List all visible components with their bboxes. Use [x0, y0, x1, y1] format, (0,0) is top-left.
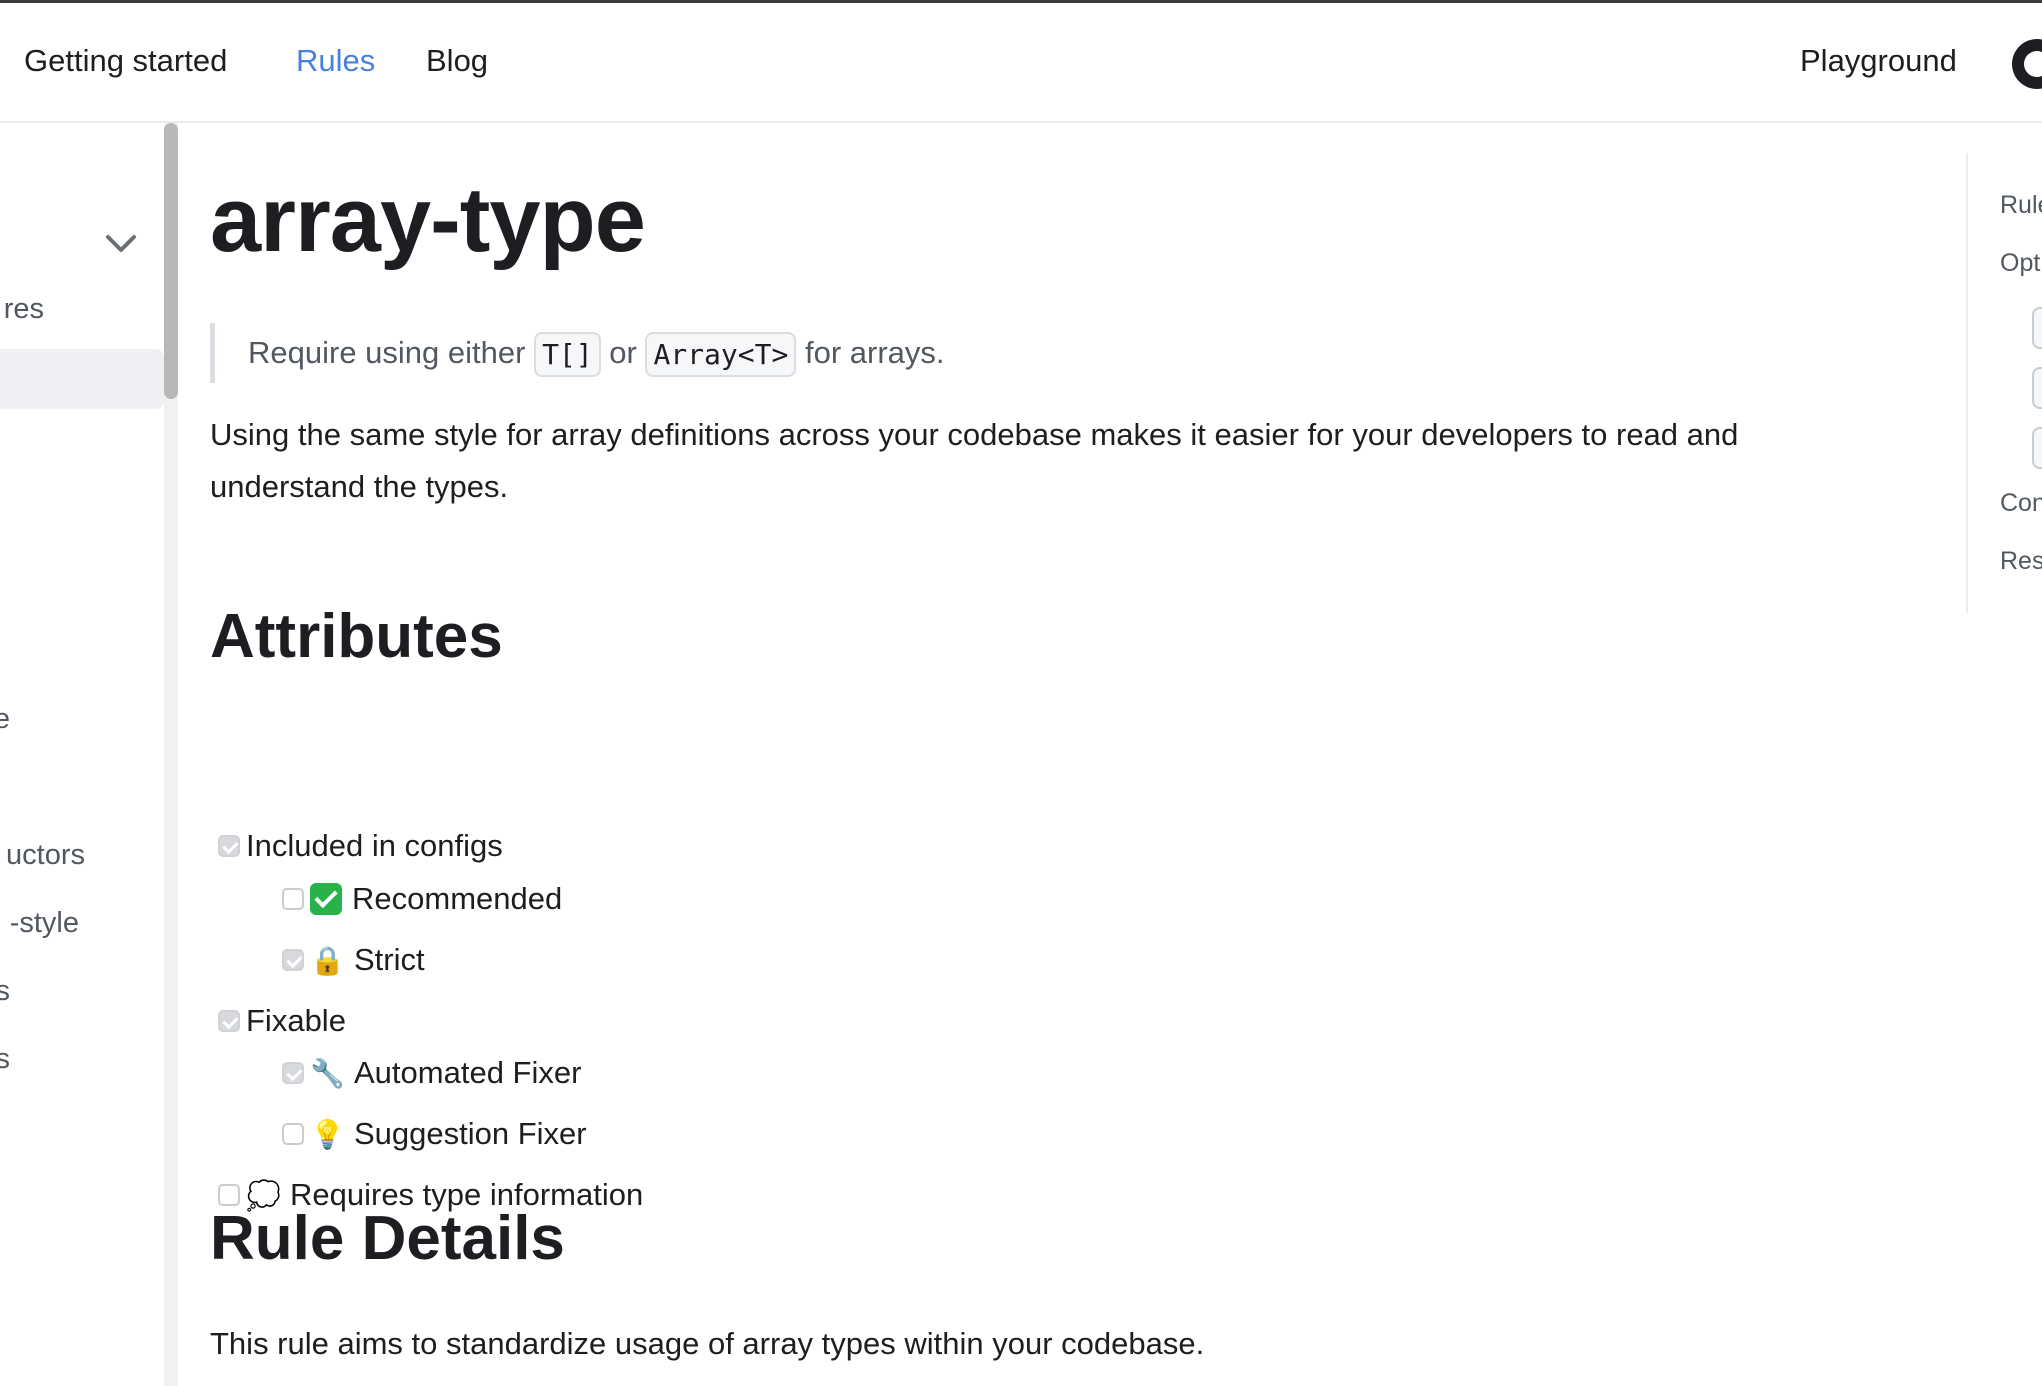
toc-code-item[interactable]: [2032, 427, 2042, 469]
github-icon[interactable]: [2012, 39, 2042, 89]
intro-paragraph: Using the same style for array definitio…: [210, 417, 1739, 504]
attributes-heading: Attributes: [210, 602, 503, 671]
checkbox[interactable]: [282, 888, 304, 910]
attribute-label: Recommended: [352, 881, 563, 916]
sidebar: res e uctors -style s s: [0, 123, 164, 1386]
attribute-included-in-configs: Included in configs: [218, 828, 503, 864]
attribute-label: Included in configs: [246, 828, 503, 863]
sidebar-scrollbar-thumb[interactable]: [164, 123, 178, 399]
attribute-suggestion-fixer: 💡 Suggestion Fixer: [282, 1116, 587, 1152]
attribute-label: Strict: [354, 942, 425, 977]
attribute-label: Fixable: [246, 1003, 346, 1038]
description-text: Require using either: [248, 335, 526, 370]
attribute-label: Automated Fixer: [354, 1055, 582, 1090]
rule-details-paragraph: This rule aims to standardize usage of a…: [210, 1326, 1205, 1361]
sidebar-item[interactable]: s: [0, 975, 10, 1008]
sidebar-item[interactable]: -style: [10, 907, 79, 940]
toc-item[interactable]: Opt: [2000, 249, 2040, 278]
chevron-down-icon[interactable]: [100, 223, 142, 265]
sidebar-item[interactable]: uctors: [6, 839, 85, 872]
attribute-recommended: Recommended: [282, 881, 562, 917]
lightbulb-icon: 💡: [310, 1117, 345, 1151]
rule-details-heading: Rule Details: [210, 1204, 565, 1273]
page-title: array-type: [210, 169, 646, 271]
attribute-fixable: Fixable: [218, 1003, 346, 1039]
attribute-automated-fixer: 🔧 Automated Fixer: [282, 1055, 581, 1091]
table-of-contents: Rule Opt Con Res: [1966, 153, 2042, 613]
attribute-label: Suggestion Fixer: [354, 1116, 587, 1151]
toc-item[interactable]: Con: [2000, 489, 2042, 518]
sidebar-item[interactable]: s: [0, 1043, 10, 1076]
toc-item[interactable]: Res: [2000, 547, 2042, 576]
checkbox[interactable]: [218, 835, 240, 857]
nav-blog[interactable]: Blog: [426, 43, 488, 79]
github-icon-inner: [2024, 51, 2042, 77]
check-mark-icon: [310, 883, 342, 915]
checkbox[interactable]: [282, 1123, 304, 1145]
checkbox[interactable]: [282, 1062, 304, 1084]
top-navbar: Getting started Rules Blog Playground: [0, 3, 2042, 123]
inline-code: Array<T>: [645, 331, 797, 377]
sidebar-item-active[interactable]: [0, 349, 164, 409]
description-text: or: [609, 335, 637, 370]
wrench-icon: 🔧: [310, 1056, 345, 1090]
nav-playground[interactable]: Playground: [1800, 43, 1957, 79]
toc-code-item[interactable]: [2032, 307, 2042, 349]
nav-getting-started[interactable]: Getting started: [24, 43, 227, 79]
lock-icon: 🔒: [310, 943, 345, 977]
toc-code-item[interactable]: [2032, 367, 2042, 409]
sidebar-item[interactable]: res: [4, 293, 44, 326]
attribute-strict: 🔒 Strict: [282, 942, 425, 978]
sidebar-item[interactable]: e: [0, 703, 10, 736]
toc-item[interactable]: Rule: [2000, 191, 2042, 220]
rule-description: Require using either T[] or Array<T> for…: [210, 323, 945, 383]
checkbox[interactable]: [282, 949, 304, 971]
checkbox[interactable]: [218, 1010, 240, 1032]
inline-code: T[]: [534, 331, 601, 377]
description-text: for arrays.: [804, 335, 945, 370]
nav-rules[interactable]: Rules: [296, 43, 375, 79]
